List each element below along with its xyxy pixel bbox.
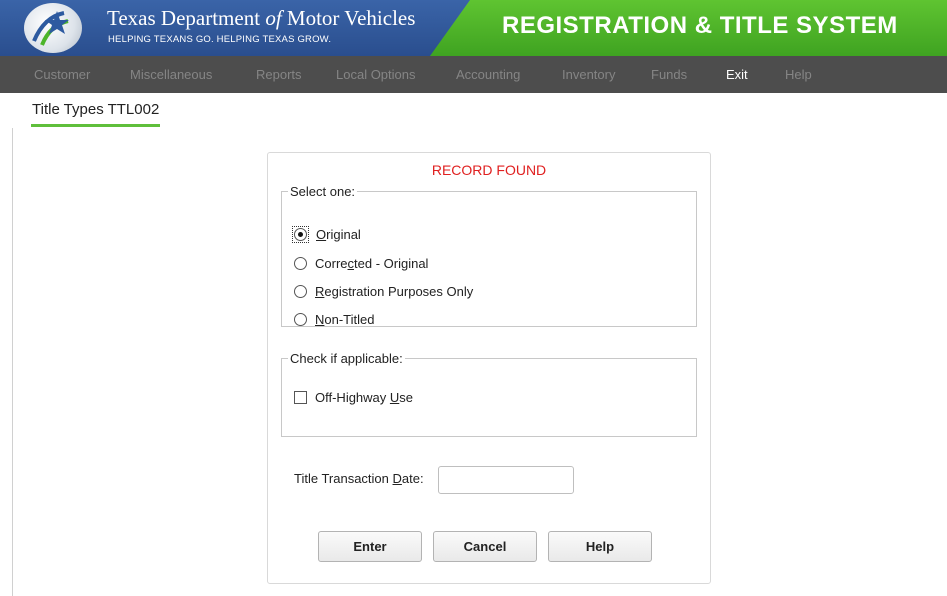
menu-item-accounting[interactable]: Accounting [456, 67, 520, 82]
agency-name: Texas Department of Motor Vehicles [107, 6, 416, 30]
menu-item-exit[interactable]: Exit [726, 67, 748, 82]
radio-label-non-titled[interactable]: Non-Titled [315, 312, 375, 327]
menu-item-reports[interactable]: Reports [256, 67, 302, 82]
checkbox-option-off-highway-use[interactable]: Off-Highway Use [294, 388, 413, 406]
page-title: Title Types TTL002 [32, 101, 160, 118]
menu-item-funds[interactable]: Funds [651, 67, 687, 82]
enter-button[interactable]: Enter [318, 531, 422, 562]
select-one-group: Select one: Original Corrected - Origina… [281, 184, 697, 327]
check-if-applicable-group: Check if applicable: Off-Highway Use [281, 351, 697, 437]
cancel-button[interactable]: Cancel [433, 531, 537, 562]
radio-focus-ring [292, 225, 309, 243]
radio-option-corrected-original[interactable]: Corrected - Original [294, 254, 428, 272]
menu-item-customer[interactable]: Customer [34, 67, 90, 82]
check-if-applicable-legend: Check if applicable: [290, 351, 403, 366]
radio-option-non-titled[interactable]: Non-Titled [294, 310, 375, 328]
radio-label-original[interactable]: Original [316, 227, 361, 242]
content-left-border [12, 128, 13, 596]
record-status-message: RECORD FOUND [431, 162, 547, 178]
help-button[interactable]: Help [548, 531, 652, 562]
page-title-underline [31, 124, 160, 127]
radio-button-non-titled[interactable] [294, 312, 307, 326]
txdmv-star-logo-icon [24, 3, 82, 53]
radio-button-corrected-original[interactable] [294, 256, 307, 270]
radio-button-original[interactable] [294, 227, 307, 241]
menu-item-inventory[interactable]: Inventory [562, 67, 615, 82]
menu-item-local-options[interactable]: Local Options [336, 67, 416, 82]
radio-label-registration-purposes-only[interactable]: Registration Purposes Only [315, 284, 473, 299]
checkbox-off-highway-use[interactable] [294, 390, 307, 404]
menu-item-help[interactable]: Help [785, 67, 812, 82]
radio-option-original[interactable]: Original [292, 225, 361, 243]
agency-tagline: HELPING TEXANS GO. HELPING TEXAS GROW. [108, 34, 332, 45]
radio-button-registration-purposes-only[interactable] [294, 284, 307, 298]
main-menu-bar: Customer Miscellaneous Reports Local Opt… [0, 56, 947, 93]
system-title: REGISTRATION & TITLE SYSTEM [502, 12, 898, 39]
menu-item-miscellaneous[interactable]: Miscellaneous [130, 67, 212, 82]
title-transaction-date-input[interactable] [438, 466, 574, 494]
checkbox-label-off-highway-use[interactable]: Off-Highway Use [315, 390, 413, 405]
radio-label-corrected-original[interactable]: Corrected - Original [315, 256, 428, 271]
select-one-legend: Select one: [290, 184, 356, 199]
radio-option-registration-purposes-only[interactable]: Registration Purposes Only [294, 282, 473, 300]
title-transaction-date-label: Title Transaction Date: [294, 471, 424, 486]
title-types-panel: RECORD FOUND Select one: Original Correc… [267, 152, 711, 584]
header-banner: Texas Department of Motor Vehicles HELPI… [0, 0, 947, 56]
